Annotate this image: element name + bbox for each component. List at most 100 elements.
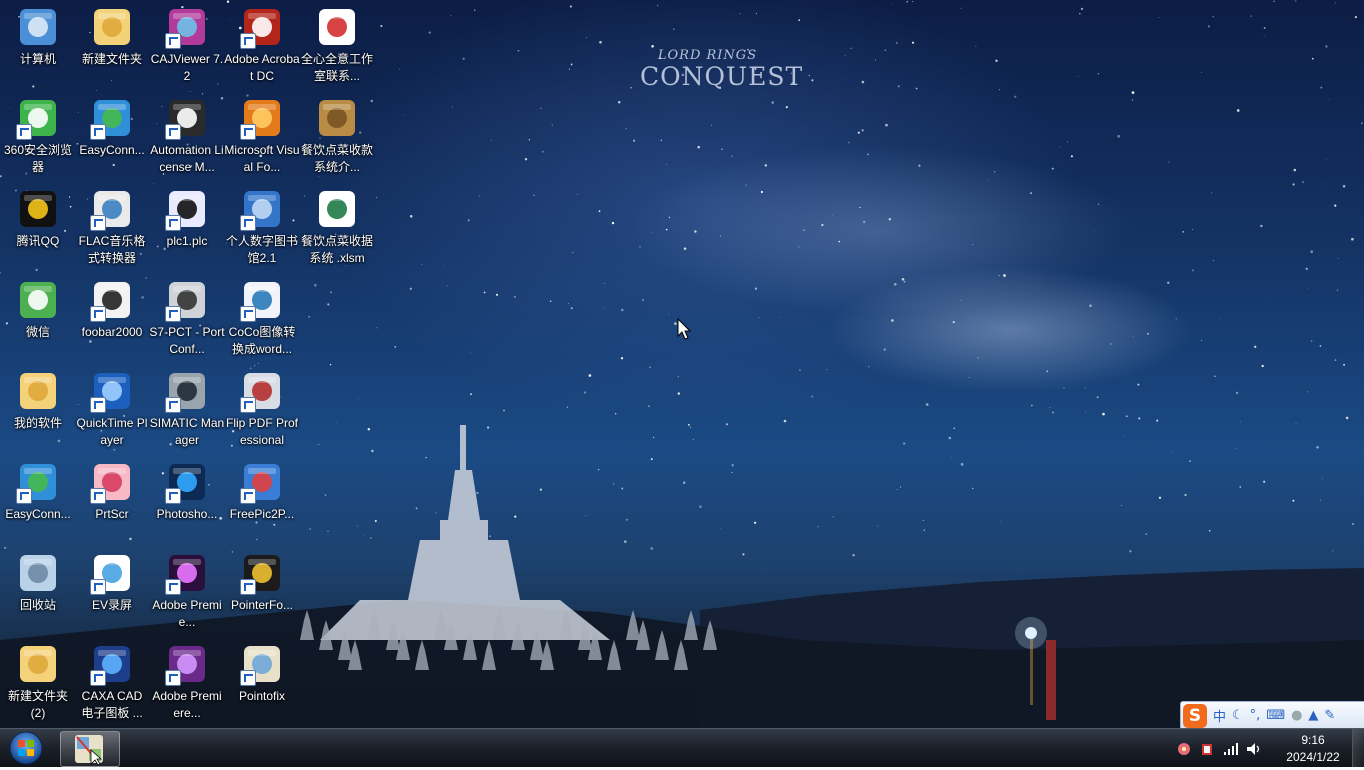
plc-file-icon <box>165 187 209 231</box>
desktop-icon[interactable]: 计算机 <box>0 0 76 68</box>
computer-icon <box>16 5 60 49</box>
desktop-icon[interactable]: S7-PCT - Port Conf... <box>149 273 225 358</box>
desktop-icon-label: plc1.plc <box>166 234 208 248</box>
ime-toolbar[interactable]: S 中 ☾ °, ⌨ ● ▲ ✎ <box>1180 701 1364 728</box>
desktop[interactable]: LORD RINGS CONQUEST 计算机 新建文件夹 CAJViewer 7.… <box>0 0 1364 728</box>
cajviewer-icon <box>165 5 209 49</box>
wrench-icon[interactable]: ✎ <box>1324 708 1335 723</box>
desktop-icon[interactable]: 360安全浏览器 <box>0 91 76 176</box>
desktop-icon[interactable]: CoCo图像转换成word... <box>224 273 300 358</box>
taskbar-clock[interactable]: 9:16 2024/1/22 <box>1276 732 1350 766</box>
quicktime-icon <box>90 369 134 413</box>
caxa-cad-icon <box>90 642 134 686</box>
freepic2pdf-icon <box>240 460 284 504</box>
desktop-icon-label: 微信 <box>25 325 50 339</box>
desktop-icon-label: Flip PDF Professional <box>225 416 298 447</box>
shortcut-arrow-icon <box>240 124 256 140</box>
desktop-icon[interactable]: Pointofix <box>224 637 300 705</box>
game-logo-watermark: LORD RINGS CONQUEST <box>640 48 802 104</box>
desktop-icon[interactable]: CAJViewer 7.2 <box>149 0 225 85</box>
desktop-icon-label: 回收站 <box>19 598 56 612</box>
start-button-icon[interactable] <box>6 731 46 765</box>
desktop-icon[interactable]: 餐饮点菜收款系统介... <box>299 91 375 176</box>
moon-icon[interactable]: ☾ <box>1232 708 1244 723</box>
shortcut-arrow-icon <box>165 124 181 140</box>
desktop-icon-label: EasyConn... <box>79 143 145 157</box>
desktop-icon[interactable]: FreePic2P... <box>224 455 300 523</box>
desktop-icon[interactable]: 新建文件夹 <box>74 0 150 68</box>
keyboard-icon[interactable]: ⌨ <box>1266 708 1285 723</box>
desktop-icon[interactable]: 微信 <box>0 273 76 341</box>
desktop-icon[interactable]: foobar2000 <box>74 273 150 341</box>
desktop-icon[interactable]: PrtScr <box>74 455 150 523</box>
sogou-ime-icon[interactable]: S <box>1183 703 1207 728</box>
user-icon[interactable]: ● <box>1291 708 1302 723</box>
taskbar-pointofix-button[interactable] <box>60 731 120 767</box>
desktop-icon-label: EV录屏 <box>91 598 132 612</box>
desktop-icon[interactable]: 全心全意工作室联系... <box>299 0 375 85</box>
shortcut-arrow-icon <box>240 397 256 413</box>
desktop-icon-label: PointerFo... <box>230 598 294 612</box>
desktop-icon[interactable]: Adobe Premie... <box>149 546 225 631</box>
desktop-icon[interactable]: Adobe Premiere... <box>149 637 225 722</box>
desktop-icon[interactable]: Automation License M... <box>149 91 225 176</box>
desktop-icon-label: Photosho... <box>156 507 218 521</box>
desktop-icon-label: 餐饮点菜收款系统介... <box>300 143 373 174</box>
desktop-icon[interactable]: EasyConn... <box>0 455 76 523</box>
shortcut-arrow-icon <box>165 488 181 504</box>
flower-app-icon[interactable] <box>1176 741 1192 757</box>
desktop-icon-label: PrtScr <box>95 507 129 521</box>
desktop-icon[interactable]: EV录屏 <box>74 546 150 614</box>
desktop-icon[interactable]: EasyConn... <box>74 91 150 159</box>
shortcut-arrow-icon <box>16 124 32 140</box>
pointofix-icon <box>75 735 103 766</box>
clock-time: 9:16 <box>1301 733 1325 747</box>
desktop-icon-label: CAJViewer 7.2 <box>150 52 224 83</box>
desktop-icon[interactable]: SIMATIC Manager <box>149 364 225 449</box>
security-shield-icon[interactable] <box>1199 741 1215 757</box>
desktop-icon[interactable]: 个人数字图书馆2.1 <box>224 182 300 267</box>
folder-icon <box>16 642 60 686</box>
skin-shirt-icon[interactable]: ▲ <box>1308 708 1318 723</box>
system-tray <box>1176 738 1263 760</box>
desktop-icon[interactable]: Photosho... <box>149 455 225 523</box>
archive-icon <box>315 96 359 140</box>
easyconnect-icon <box>16 460 60 504</box>
visual-foxpro-icon <box>240 96 284 140</box>
desktop-icon[interactable]: FLAC音乐格式转换器 <box>74 182 150 267</box>
excel-file-icon <box>315 187 359 231</box>
shortcut-arrow-icon <box>165 670 181 686</box>
desktop-icon[interactable]: Microsoft Visual Fo... <box>224 91 300 176</box>
desktop-icon[interactable]: 餐饮点菜收据系统 .xlsm <box>299 182 375 267</box>
network-signal-icon[interactable] <box>1222 741 1238 757</box>
desktop-icon[interactable]: PointerFo... <box>224 546 300 614</box>
shortcut-arrow-icon <box>165 579 181 595</box>
desktop-icon-label: CAXA CAD 电子图板 ... <box>81 689 143 720</box>
show-desktop-button[interactable] <box>1352 729 1364 767</box>
volume-speaker-icon[interactable] <box>1245 741 1263 757</box>
desktop-icon[interactable]: Adobe Acrobat DC <box>224 0 300 85</box>
desktop-icon[interactable]: QuickTime Player <box>74 364 150 449</box>
shortcut-arrow-icon <box>240 579 256 595</box>
shortcut-arrow-icon <box>240 215 256 231</box>
premiere-icon <box>165 551 209 595</box>
desktop-icon-label: S7-PCT - Port Conf... <box>149 325 225 356</box>
browser-360-icon <box>16 96 60 140</box>
desktop-icon-label: Microsoft Visual Fo... <box>224 143 300 174</box>
desktop-icon[interactable]: Flip PDF Professional <box>224 364 300 449</box>
easyconnect-icon <box>90 96 134 140</box>
shortcut-arrow-icon <box>240 306 256 322</box>
desktop-icon[interactable]: 腾讯QQ <box>0 182 76 250</box>
desktop-icon-label: EasyConn... <box>5 507 71 521</box>
photoshop-icon <box>165 460 209 504</box>
desktop-icon[interactable]: CAXA CAD 电子图板 ... <box>74 637 150 722</box>
desktop-icon[interactable]: 我的软件 <box>0 364 76 432</box>
ime-mode-toggle[interactable]: 中 <box>1213 706 1226 725</box>
desktop-icon[interactable]: plc1.plc <box>149 182 225 250</box>
desktop-icon[interactable]: 回收站 <box>0 546 76 614</box>
desktop-icon[interactable]: 新建文件夹 (2) <box>0 637 76 722</box>
punctuation-icon[interactable]: °, <box>1250 708 1261 723</box>
shortcut-arrow-icon <box>90 306 106 322</box>
watermark-line1: LORD RINGS <box>657 48 758 63</box>
desktop-icon-label: FLAC音乐格式转换器 <box>78 234 146 265</box>
